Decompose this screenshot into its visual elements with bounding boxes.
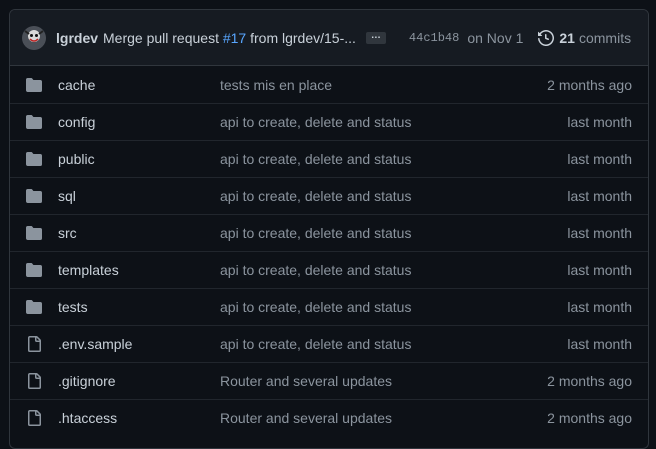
file-row: public api to create, delete and status la… xyxy=(10,140,648,177)
file-row: sql api to create, delete and status last … xyxy=(10,177,648,214)
file-commit-age: last month xyxy=(567,188,632,204)
file-commit-message-link[interactable]: tests mis en place xyxy=(220,77,547,93)
folder-icon xyxy=(26,299,42,315)
file-commit-message-link[interactable]: api to create, delete and status xyxy=(220,336,567,352)
history-icon xyxy=(538,29,555,46)
file-row: tests api to create, delete and status las… xyxy=(10,288,648,325)
file-commit-age: 2 months ago xyxy=(547,410,632,426)
file-commit-message-link[interactable]: api to create, delete and status xyxy=(220,262,567,278)
file-icon xyxy=(26,373,42,389)
file-row: .htaccess Router and several updates 2 mon… xyxy=(10,399,648,436)
commit-history-link[interactable]: 21 commits xyxy=(538,30,631,46)
file-commit-age: 2 months ago xyxy=(547,76,632,93)
file-commit-age: 2 months ago xyxy=(547,373,632,389)
file-commit-age: last month xyxy=(567,151,632,167)
file-name-link[interactable]: public xyxy=(58,151,220,167)
file-name-link[interactable]: tests xyxy=(58,299,220,315)
latest-commit-bar: lgrdev Merge pull request #17 from lgrde… xyxy=(10,10,648,66)
file-commit-age: last month xyxy=(567,114,632,130)
file-commit-message-link[interactable]: api to create, delete and status xyxy=(220,114,567,130)
folder-icon xyxy=(26,114,42,130)
file-commit-age: last month xyxy=(567,336,632,352)
file-row: cache tests mis en place 2 months ago xyxy=(10,66,648,103)
file-commit-age: last month xyxy=(567,299,632,315)
file-name-link[interactable]: templates xyxy=(58,262,220,278)
pull-request-link[interactable]: #17 xyxy=(223,30,246,46)
commits-label[interactable]: commits xyxy=(579,30,631,46)
file-row: templates api to create, delete and statu… xyxy=(10,251,648,288)
folder-icon xyxy=(26,225,42,241)
commit-message-suffix[interactable]: from lgrdev/15-... xyxy=(246,30,356,46)
commit-date: on Nov 1 xyxy=(467,29,524,46)
folder-icon xyxy=(26,188,42,204)
folder-icon xyxy=(26,151,42,167)
file-row: .env.sample api to create, delete and sta… xyxy=(10,325,648,362)
file-commit-age: last month xyxy=(567,225,632,241)
file-commit-message-link[interactable]: api to create, delete and status xyxy=(220,299,567,315)
file-commit-age: last month xyxy=(567,262,632,278)
file-commit-message-link[interactable]: api to create, delete and status xyxy=(220,225,567,241)
folder-icon xyxy=(26,77,42,93)
file-row: config api to create, delete and status la… xyxy=(10,103,648,140)
file-name-link[interactable]: .htaccess xyxy=(58,410,220,426)
file-browser: lgrdev Merge pull request #17 from lgrde… xyxy=(9,9,649,449)
file-commit-message-link[interactable]: Router and several updates xyxy=(220,410,547,426)
file-commit-message-link[interactable]: api to create, delete and status xyxy=(220,188,567,204)
commit-message-prefix[interactable]: Merge pull request xyxy=(103,30,223,46)
file-commit-message-link[interactable]: Router and several updates xyxy=(220,373,547,389)
file-name-link[interactable]: config xyxy=(58,114,220,130)
commit-sha[interactable]: 44c1b48 xyxy=(409,31,459,45)
file-icon xyxy=(26,336,42,352)
expand-message-button[interactable]: … xyxy=(365,30,386,44)
file-name-link[interactable]: sql xyxy=(58,188,220,204)
file-commit-message-link[interactable]: api to create, delete and status xyxy=(220,151,567,167)
avatar[interactable] xyxy=(22,25,46,50)
file-name-link[interactable]: src xyxy=(58,225,220,241)
commit-message[interactable]: Merge pull request #17 from lgrdev/15-..… xyxy=(103,30,356,46)
file-name-link[interactable]: .gitignore xyxy=(58,373,220,389)
file-icon xyxy=(26,410,42,426)
commit-author[interactable]: lgrdev xyxy=(56,30,98,46)
file-name-link[interactable]: .env.sample xyxy=(58,336,220,352)
commit-count[interactable]: 21 xyxy=(559,30,575,46)
folder-icon xyxy=(26,262,42,278)
file-name-link[interactable]: cache xyxy=(58,77,220,93)
file-row: src api to create, delete and status last … xyxy=(10,214,648,251)
file-list: cache tests mis en place 2 months ago confi… xyxy=(10,66,648,436)
file-row: .gitignore Router and several updates 2 mo… xyxy=(10,362,648,399)
